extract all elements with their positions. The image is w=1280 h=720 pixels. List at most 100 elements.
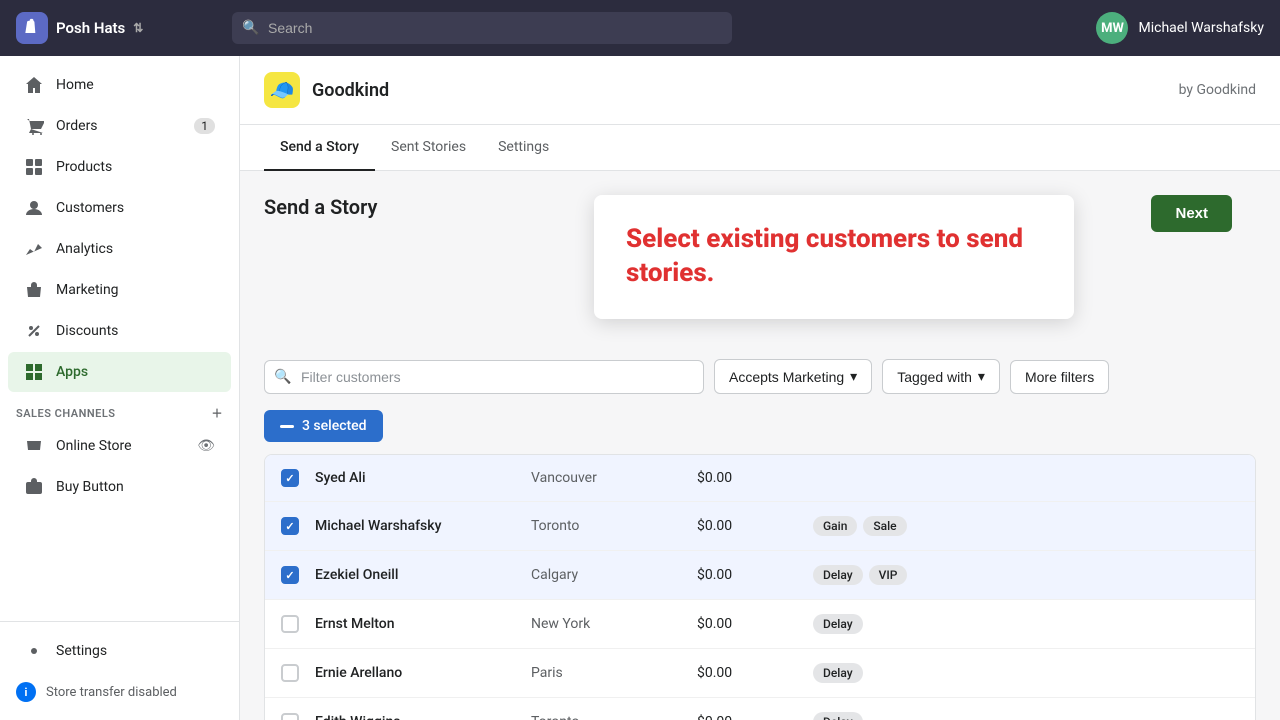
customer-search-input[interactable] <box>264 360 704 394</box>
tab-sent-stories[interactable]: Sent Stories <box>375 125 482 171</box>
app-header: 🧢 Goodkind by Goodkind <box>240 56 1280 125</box>
tabs-bar: Send a Story Sent Stories Settings <box>240 125 1280 171</box>
deselect-icon <box>280 425 294 428</box>
sidebar-label-customers: Customers <box>56 200 124 216</box>
tab-send-story[interactable]: Send a Story <box>264 125 375 171</box>
customer-tags-4: Delay <box>813 614 863 634</box>
customer-name-5: Ernie Arellano <box>315 665 515 681</box>
customer-location-3: Calgary <box>531 567 681 583</box>
online-store-icon <box>24 436 44 456</box>
selected-count: 3 selected <box>302 418 367 434</box>
customer-amount-2: $0.00 <box>697 518 797 534</box>
tagged-with-label: Tagged with <box>897 369 972 385</box>
user-menu[interactable]: MW Michael Warshafsky <box>1096 12 1264 44</box>
apps-icon <box>24 362 44 382</box>
customer-checkbox-5[interactable] <box>281 664 299 682</box>
top-search-input[interactable] <box>232 12 732 44</box>
products-icon <box>24 157 44 177</box>
sidebar: Home Orders 1 Products Customers <box>0 56 240 720</box>
tagged-with-filter[interactable]: Tagged with ▾ <box>882 359 1000 394</box>
content-top: Send a Story Next Select existing custom… <box>264 195 1256 219</box>
table-row[interactable]: Ernie Arellano Paris $0.00 Delay <box>265 649 1255 698</box>
customer-search-area: 🔍 <box>264 360 704 394</box>
accepts-marketing-chevron: ▾ <box>850 368 857 385</box>
table-row[interactable]: Edith Wiggins Toronto $0.00 Delay <box>265 698 1255 720</box>
sidebar-item-online-store[interactable]: Online Store 👁 <box>8 426 231 466</box>
table-row[interactable]: Ernst Melton New York $0.00 Delay <box>265 600 1255 649</box>
analytics-icon <box>24 239 44 259</box>
tag-delay-6: Delay <box>813 712 863 720</box>
sidebar-label-home: Home <box>56 77 94 93</box>
user-avatar: MW <box>1096 12 1128 44</box>
topbar: Posh Hats ⇅ 🔍 MW Michael Warshafsky <box>0 0 1280 56</box>
sidebar-item-settings[interactable]: Settings <box>8 631 231 671</box>
customer-tags-5: Delay <box>813 663 863 683</box>
customer-checkbox-6[interactable] <box>281 713 299 720</box>
table-row[interactable]: Michael Warshafsky Toronto $0.00 Gain Sa… <box>265 502 1255 551</box>
customer-amount-1: $0.00 <box>697 470 797 486</box>
main-content: 🧢 Goodkind by Goodkind Send a Story Sent… <box>240 56 1280 720</box>
customer-checkbox-3[interactable] <box>281 566 299 584</box>
customer-table: Syed Ali Vancouver $0.00 Michael Warshaf… <box>264 454 1256 720</box>
sidebar-label-products: Products <box>56 159 112 175</box>
sidebar-item-orders[interactable]: Orders 1 <box>8 106 231 146</box>
shopify-logo <box>16 12 48 44</box>
customer-location-1: Vancouver <box>531 470 681 486</box>
store-name: Posh Hats <box>56 19 125 37</box>
customer-checkbox-4[interactable] <box>281 615 299 633</box>
customer-checkbox-2[interactable] <box>281 517 299 535</box>
sidebar-label-marketing: Marketing <box>56 282 119 298</box>
customer-search-icon: 🔍 <box>274 369 291 385</box>
customer-tags-3: Delay VIP <box>813 565 907 585</box>
table-row[interactable]: Ezekiel Oneill Calgary $0.00 Delay VIP <box>265 551 1255 600</box>
customer-location-6: Toronto <box>531 714 681 720</box>
sidebar-item-marketing[interactable]: Marketing <box>8 270 231 310</box>
sidebar-label-discounts: Discounts <box>56 323 118 339</box>
customer-amount-5: $0.00 <box>697 665 797 681</box>
sidebar-item-buy-button[interactable]: Buy Button <box>8 467 231 507</box>
add-sales-channel-icon[interactable]: ＋ <box>212 405 224 421</box>
customer-name-3: Ezekiel Oneill <box>315 567 515 583</box>
next-button[interactable]: Next <box>1151 195 1232 232</box>
orders-icon <box>24 116 44 136</box>
sidebar-item-home[interactable]: Home <box>8 65 231 105</box>
selected-badge[interactable]: 3 selected <box>264 410 383 442</box>
discounts-icon <box>24 321 44 341</box>
store-selector-chevron: ⇅ <box>133 21 143 35</box>
sidebar-item-products[interactable]: Products <box>8 147 231 187</box>
home-icon <box>24 75 44 95</box>
sidebar-item-discounts[interactable]: Discounts <box>8 311 231 351</box>
accepts-marketing-filter[interactable]: Accepts Marketing ▾ <box>714 359 872 394</box>
tag-delay-4: Delay <box>813 614 863 634</box>
sidebar-item-apps[interactable]: Apps <box>8 352 231 392</box>
customer-amount-6: $0.00 <box>697 714 797 720</box>
customer-name-6: Edith Wiggins <box>315 714 515 720</box>
tag-sale: Sale <box>863 516 906 536</box>
app-title-row: 🧢 Goodkind <box>264 72 389 108</box>
more-filters-button[interactable]: More filters <box>1010 360 1109 394</box>
content-area: Send a Story Next Select existing custom… <box>240 171 1280 720</box>
sidebar-label-settings: Settings <box>56 643 107 659</box>
tab-settings[interactable]: Settings <box>482 125 565 171</box>
marketing-icon <box>24 280 44 300</box>
customer-amount-3: $0.00 <box>697 567 797 583</box>
customer-checkbox-1[interactable] <box>281 469 299 487</box>
store-selector[interactable]: Posh Hats ⇅ <box>16 12 216 44</box>
app-logo: 🧢 <box>264 72 300 108</box>
tag-delay-5: Delay <box>813 663 863 683</box>
online-store-visibility-icon: 👁 <box>197 438 215 454</box>
filter-bar: 🔍 Accepts Marketing ▾ Tagged with ▾ More… <box>264 359 1256 394</box>
tagged-with-chevron: ▾ <box>978 368 985 385</box>
sidebar-label-online-store: Online Store <box>56 438 132 454</box>
customer-location-5: Paris <box>531 665 681 681</box>
app-by-label: by Goodkind <box>1179 82 1256 98</box>
tag-gain: Gain <box>813 516 857 536</box>
customer-name-2: Michael Warshafsky <box>315 518 515 534</box>
sidebar-item-analytics[interactable]: Analytics <box>8 229 231 269</box>
store-transfer-notice: i Store transfer disabled <box>0 672 239 712</box>
table-row[interactable]: Syed Ali Vancouver $0.00 <box>265 455 1255 502</box>
customer-name-4: Ernst Melton <box>315 616 515 632</box>
sidebar-item-customers[interactable]: Customers <box>8 188 231 228</box>
customer-amount-4: $0.00 <box>697 616 797 632</box>
customer-tags-2: Gain Sale <box>813 516 907 536</box>
